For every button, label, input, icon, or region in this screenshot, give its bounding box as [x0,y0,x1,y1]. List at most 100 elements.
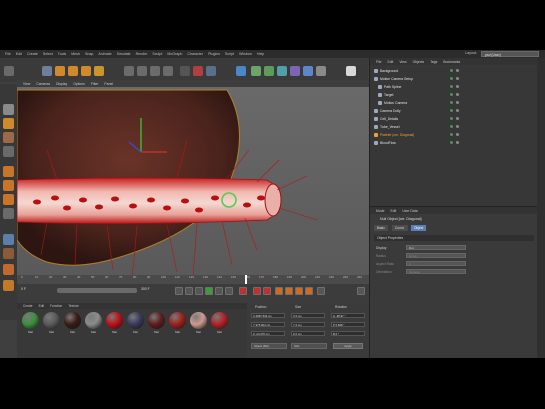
apply-button[interactable]: Apply [333,343,363,349]
menu-create[interactable]: Create [27,52,38,56]
aspect-ratio-field[interactable]: 1 [406,261,466,266]
array-icon[interactable] [277,66,287,76]
go-to-start-icon[interactable] [175,287,183,295]
light-icon[interactable] [346,66,356,76]
menu-file[interactable]: File [5,52,11,56]
workplane-icon[interactable] [3,146,14,157]
play-icon[interactable] [205,287,213,295]
menu-snap[interactable]: Snap [85,52,93,56]
visibility-dot[interactable] [450,141,453,144]
viewport-menu-options[interactable]: Options [73,82,85,86]
menu-select[interactable]: Select [43,52,53,56]
visibility-dot[interactable] [450,101,453,104]
make-editable-icon[interactable] [3,104,14,115]
visibility-dot[interactable] [450,69,453,72]
side-tabs[interactable] [537,58,545,358]
object-row[interactable]: Path Spline [378,84,401,90]
playhead[interactable] [245,275,247,284]
visibility-dot[interactable] [450,85,453,88]
orientation-select[interactable]: Camera [406,269,466,274]
layout-select[interactable]: psd (User) [481,51,539,57]
autokey-icon[interactable] [253,287,261,295]
object-row[interactable]: Camera Dolly [374,108,401,114]
material-item[interactable]: Mat [189,312,208,334]
texture-mode-icon[interactable] [3,132,14,143]
points-mode-icon[interactable] [3,166,14,177]
tab-object[interactable]: Object [411,225,427,231]
visibility-dot[interactable] [450,77,453,80]
start-frame[interactable]: 0 F [21,287,26,291]
viewport-menu-filter[interactable]: Filter [91,82,99,86]
size-y-field[interactable]: Y 0 cm [291,322,325,327]
scale-key-icon[interactable] [285,287,293,295]
menu-edit[interactable]: Edit [16,52,22,56]
radius-field[interactable]: 10 cm [406,253,466,258]
object-menu-edit[interactable]: Edit [387,60,393,64]
axis-mode-icon[interactable] [3,208,14,219]
y-axis-icon[interactable] [137,66,147,76]
menu-mograph[interactable]: MoGraph [167,52,182,56]
visibility-dot[interactable] [450,133,453,136]
visibility-dot[interactable] [450,117,453,120]
position-z-field[interactable]: Z -24.376 cm [251,331,285,336]
model-mode-icon[interactable] [3,118,14,129]
position-x-field[interactable]: X 2897.592 cm [251,313,285,318]
lock-workplane-icon[interactable] [3,248,14,259]
material-item[interactable]: Mat [147,312,166,334]
move-icon[interactable] [55,66,65,76]
menu-tools[interactable]: Tools [58,52,66,56]
menu-animate[interactable]: Animate [98,52,111,56]
menu-mesh[interactable]: Mesh [71,52,80,56]
object-row[interactable]: Target [378,92,393,98]
visibility-dot[interactable] [450,93,453,96]
viewport-menu-display[interactable]: Display [56,82,67,86]
position-key-icon[interactable] [275,287,283,295]
timeline-expand-icon[interactable] [357,287,365,295]
live-selection-icon[interactable] [42,66,52,76]
material-menu-edit[interactable]: Edit [39,304,45,308]
render-picture-viewer-icon[interactable] [193,66,203,76]
rotation-b-field[interactable]: B 0 ° [331,331,365,336]
undo-icon[interactable] [4,66,14,76]
size-mode-select[interactable]: Size [291,343,327,349]
object-row[interactable]: Motion Camera Setup [374,76,413,82]
render-dot[interactable] [456,109,459,112]
timeline-range-slider[interactable] [57,288,137,293]
cube-icon[interactable] [236,66,246,76]
rotation-key-icon[interactable] [295,287,303,295]
object-row[interactable]: Motion Camera [378,100,407,106]
render-dot[interactable] [456,125,459,128]
tab-basic[interactable]: Basic [374,225,388,231]
render-dot[interactable] [456,69,459,72]
material-item[interactable]: Mat [105,312,124,334]
polygons-mode-icon[interactable] [3,194,14,205]
material-item[interactable]: Mat [63,312,82,334]
z-axis-icon[interactable] [150,66,160,76]
sculpt-icon[interactable] [3,280,14,291]
timeline-options-icon[interactable] [317,287,325,295]
play-backwards-icon[interactable] [195,287,203,295]
parameter-key-icon[interactable] [305,287,313,295]
viewport-menu-panel[interactable]: Panel [104,82,113,86]
object-row[interactable]: BloodFlow [374,140,396,146]
menu-window[interactable]: Window [239,52,252,56]
menu-help[interactable]: Help [257,52,264,56]
object-row[interactable]: Tube_Vessel [374,124,399,130]
object-menu-tags[interactable]: Tags [430,60,437,64]
end-frame[interactable]: 300 F [141,287,150,291]
render-dot[interactable] [456,101,459,104]
coordinate-system-icon[interactable] [163,66,173,76]
object-menu-file[interactable]: File [376,60,381,64]
recent-tool-icon[interactable] [94,66,104,76]
menu-simulate[interactable]: Simulate [117,52,131,56]
timeline-ruler[interactable]: 0 10 20 30 40 50 60 70 80 90 100 110 120 130 140 150 160… [17,275,369,284]
subdivision-icon[interactable] [264,66,274,76]
material-item[interactable]: Mat [168,312,187,334]
go-to-end-icon[interactable] [225,287,233,295]
viewport-menu-view[interactable]: View [23,82,30,86]
material-menu-function[interactable]: Function [50,304,62,308]
edges-mode-icon[interactable] [3,180,14,191]
size-x-field[interactable]: X 0 cm [291,313,325,318]
menu-plugins[interactable]: Plugins [208,52,220,56]
menu-render[interactable]: Render [136,52,148,56]
